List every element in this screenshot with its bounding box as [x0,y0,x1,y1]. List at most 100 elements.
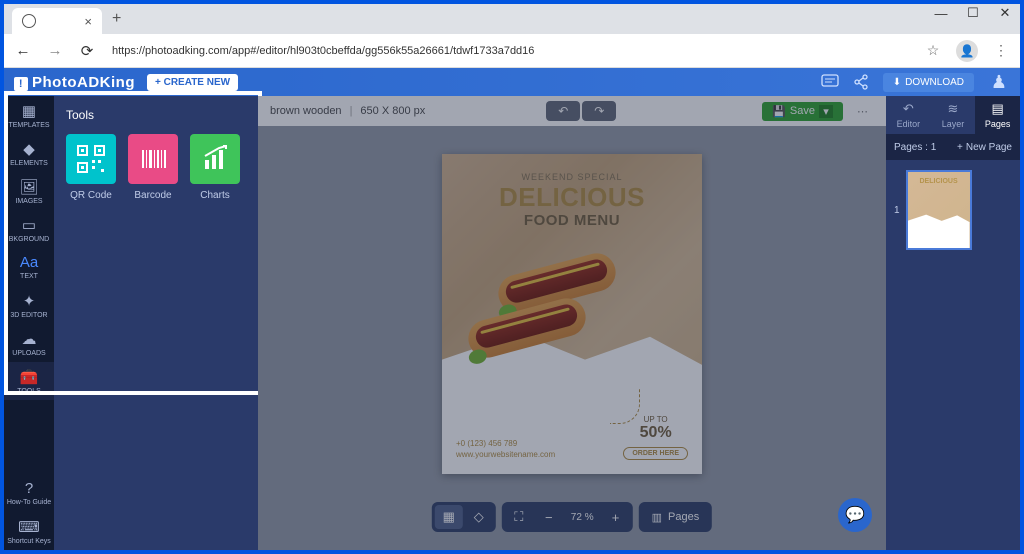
tool-qrcode[interactable]: QR Code [66,134,116,201]
design-upto: UP TO [623,415,688,424]
redo-button[interactable]: ↷ [582,101,616,121]
sidebar-item-howto[interactable]: ?How-To Guide [4,474,54,512]
share-icon[interactable] [853,74,869,90]
bottom-toolbar: ▦ ◇ ⛶ − 72 % + ▥ Pages [432,502,712,532]
pages-icon: ▤ [992,101,1004,117]
separator: | [350,105,353,117]
save-dropdown-icon[interactable]: ▾ [819,105,833,118]
fit-screen-button[interactable]: ⛶ [505,505,533,529]
sidebar-item-images[interactable]: 🖼 IMAGES [4,172,54,210]
sidebar-item-shortcuts[interactable]: ⌨ Shortcut Keys [4,512,54,550]
tab-layer[interactable]: ≋Layer [931,96,976,134]
window-minimize-button[interactable]: — [934,6,948,20]
sidebar-item-background[interactable]: ▭BKGROUND [4,210,54,248]
sidebar-label: UPLOADS [12,350,45,357]
design-subtitle: WEEKEND SPECIAL [442,172,702,182]
pages-button[interactable]: ▥ Pages [642,511,710,524]
profile-avatar-icon[interactable]: 👤 [956,40,978,62]
nav-forward-button[interactable]: → [46,42,64,59]
editor-icon: ↶ [903,101,914,117]
bookmark-star-icon[interactable]: ☆ [924,42,942,59]
zoom-in-button[interactable]: + [602,505,630,529]
charts-icon [190,134,240,184]
sidebar-label: IMAGES [15,198,42,205]
tool-label: Charts [200,190,229,201]
save-icon: 💾 [772,105,786,118]
sidebar-item-text[interactable]: AaTEXT [4,248,54,286]
templates-icon: ▦ [22,102,36,120]
zoom-value: 72 % [565,512,600,523]
zoom-out-button[interactable]: − [535,505,563,529]
design-title: DELICIOUS [442,184,702,210]
qrcode-icon [66,134,116,184]
right-panel: ↶ Editor ≋Layer ▤ Pages Pages : 1 +New Pag… [886,96,1020,550]
keyboard-icon: ⌨ [18,518,40,536]
user-menu-icon[interactable]: ♟ [988,69,1010,95]
window-maximize-button[interactable]: ☐ [966,6,980,20]
tab-editor[interactable]: ↶ Editor [886,96,931,134]
sidebar-label: ELEMENTS [10,160,48,167]
eraser-button[interactable]: ◇ [465,505,493,529]
sidebar-label: Shortcut Keys [7,538,51,545]
new-page-label: New Page [966,142,1012,153]
images-icon: 🖼 [19,178,38,196]
pages-icon: ▥ [652,511,662,524]
sidebar-item-templates[interactable]: ▦TEMPLATES [4,96,54,134]
tool-label: QR Code [70,190,112,201]
tab-label: Pages [985,119,1011,129]
chat-icon[interactable] [821,74,839,90]
tab-pages[interactable]: ▤ Pages [975,96,1020,134]
app-logo-text: PhotoADKing [32,74,135,91]
undo-button[interactable]: ↶ [546,101,580,121]
tab-label: Editor [897,119,921,129]
tools-panel-title: Tools [66,108,246,122]
browser-tab-bar: × + — ☐ ✕ [4,4,1020,34]
sidebar-item-tools[interactable]: 🧰TOOLS [4,362,54,400]
new-page-button[interactable]: +New Page [957,142,1012,153]
pages-count: Pages : 1 [894,142,936,153]
tab-close-icon[interactable]: × [84,14,92,29]
design-image-hotdogs [467,264,617,374]
tool-charts[interactable]: Charts [190,134,240,201]
pages-bar: Pages : 1 +New Page [886,134,1020,160]
browser-menu-icon[interactable]: ⋮ [992,42,1010,59]
create-new-button[interactable]: + CREATE NEW [147,74,238,91]
plus-icon: + [957,142,963,153]
design-discount: UP TO 50% ORDER HERE [623,415,688,460]
sidebar-label: TOOLS [17,388,41,395]
tool-barcode[interactable]: Barcode [128,134,178,201]
grid-view-button[interactable]: ▦ [435,505,463,529]
save-button[interactable]: 💾 Save ▾ [762,102,843,121]
page-thumbnail[interactable]: DELICIOUS [906,170,972,250]
barcode-icon [128,134,178,184]
save-label: Save [790,105,815,117]
url-field[interactable]: https://photoadking.com/app#/editor/hl90… [110,45,910,57]
page-thumbnail-row[interactable]: 1 DELICIOUS [894,170,1012,250]
thumb-number: 1 [894,205,900,216]
uploads-icon: ☁ [22,330,37,348]
nav-back-button[interactable]: ← [14,42,32,59]
sidebar-item-3deditor[interactable]: ✦3D EDITOR [4,286,54,324]
design-canvas[interactable]: WEEKEND SPECIAL DELICIOUS FOOD MENU +0 (… [442,154,702,474]
canvas-dimensions: 650 X 800 px [360,105,425,117]
sidebar-item-elements[interactable]: ◆ ELEMENTS [4,134,54,172]
nav-reload-button[interactable]: ⟳ [78,42,96,60]
app-logo[interactable]: !PhotoADKing [14,74,135,91]
design-percent: 50% [623,424,688,442]
download-button[interactable]: ⬇ DOWNLOAD [883,73,974,92]
design-order-button: ORDER HERE [623,447,688,460]
more-menu-icon[interactable]: ⋯ [851,105,874,118]
sidebar-label: TEXT [20,273,38,280]
tools-panel: Tools QR Code Barcode [54,96,258,550]
sidebar-label: BKGROUND [9,236,49,243]
window-close-button[interactable]: ✕ [998,6,1012,20]
sidebar-label: How-To Guide [7,499,51,506]
download-label: DOWNLOAD [905,77,964,88]
elements-icon: ◆ [23,140,35,158]
address-bar: ← → ⟳ https://photoadking.com/app#/edito… [4,34,1020,68]
app-header: !PhotoADKing + CREATE NEW ⬇ DOWNLOAD ♟ [4,68,1020,96]
chat-fab-button[interactable]: 💬 [838,498,872,532]
new-tab-button[interactable]: + [112,10,121,28]
browser-tab[interactable]: × [12,8,102,34]
sidebar-item-uploads[interactable]: ☁ UPLOADS [4,324,54,362]
